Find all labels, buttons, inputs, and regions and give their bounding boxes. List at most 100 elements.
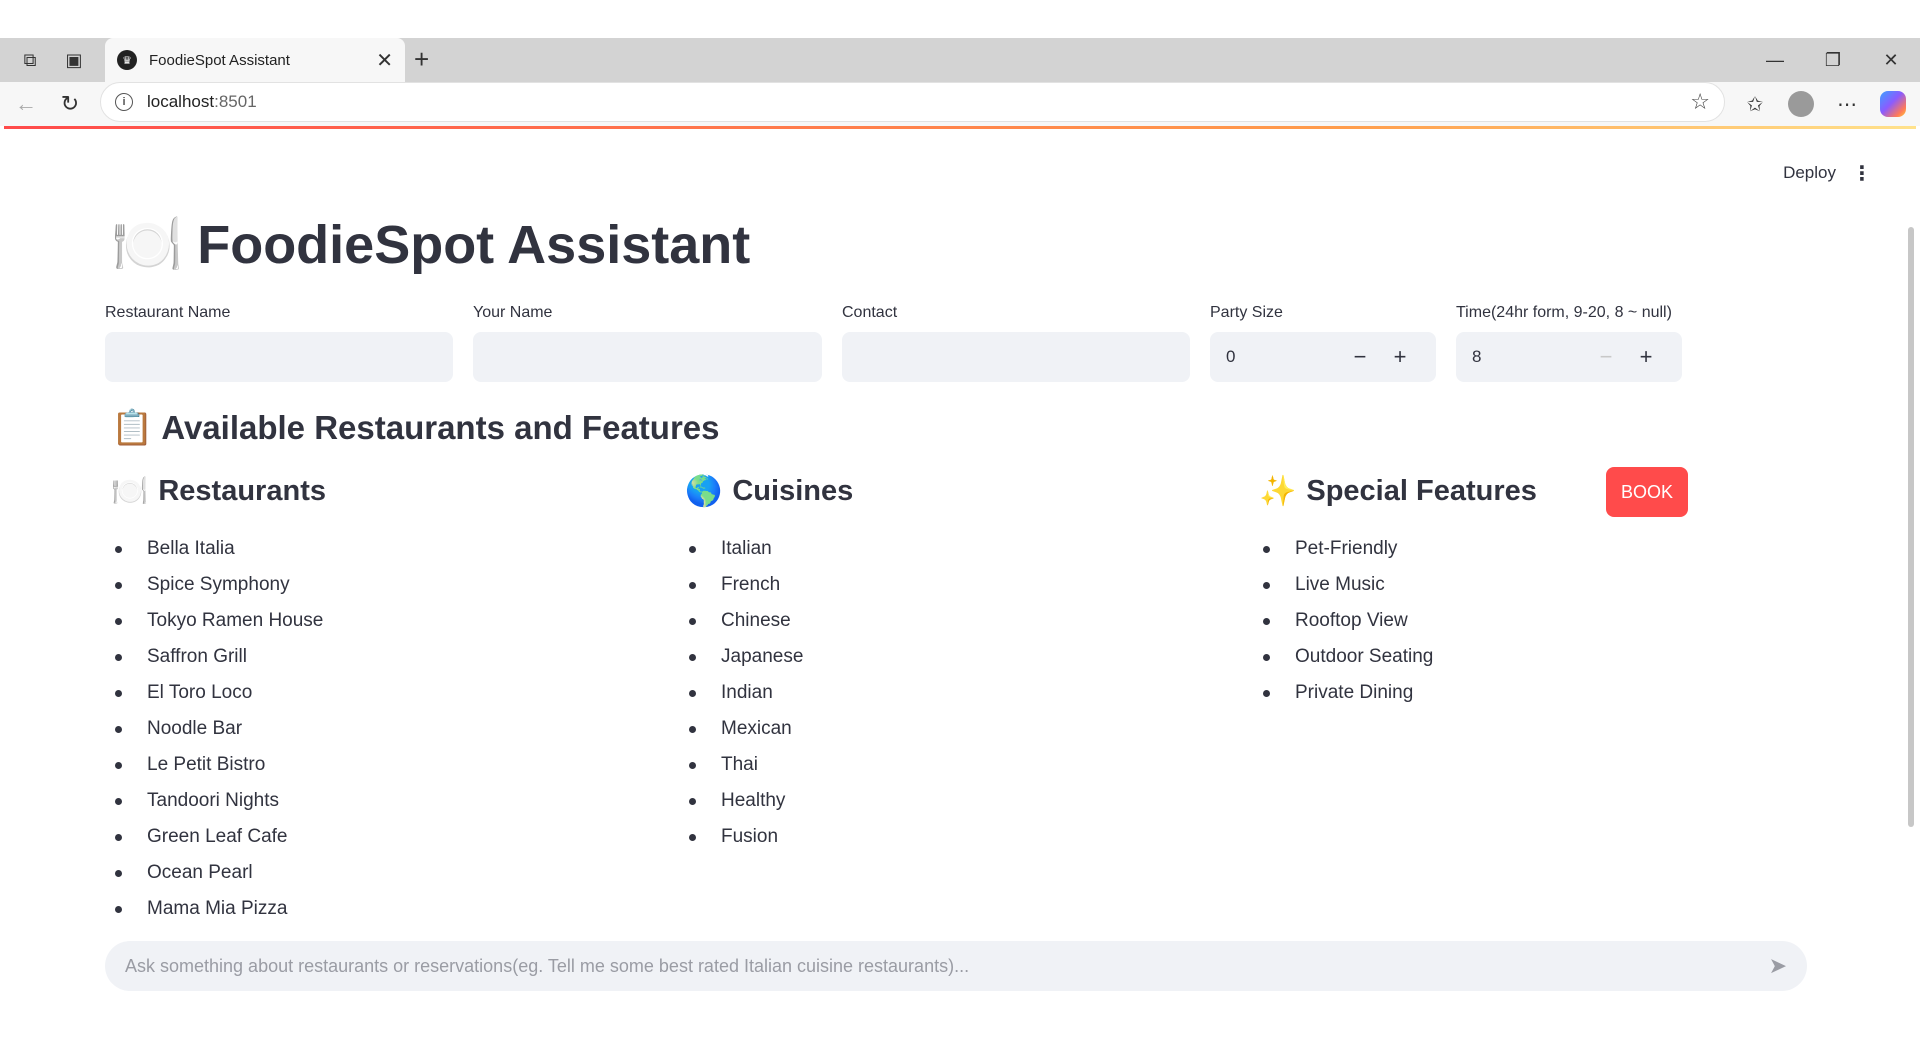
browser-tabbar: ⧉ ▣ ♛ FoodieSpot Assistant ✕ + — ❐ ✕ xyxy=(0,38,1920,82)
minimize-icon[interactable]: — xyxy=(1746,38,1804,82)
list-item: French xyxy=(685,567,1225,603)
restaurant-name-input[interactable] xyxy=(105,332,453,382)
your-name-field: Your Name xyxy=(473,304,822,382)
list-item: Noodle Bar xyxy=(111,711,651,747)
url-port: :8501 xyxy=(214,92,257,111)
restaurants-heading: 🍽️ Restaurants xyxy=(111,474,651,509)
party-size-stepper[interactable]: 0 − + xyxy=(1210,332,1436,382)
streamlit-app: Deploy ⋮ 🍽️ FoodieSpot Assistant Restaur… xyxy=(4,129,1916,1059)
list-item: Bella Italia xyxy=(111,531,651,567)
globe-icon: 🌎 xyxy=(685,475,723,508)
list-item: Ocean Pearl xyxy=(111,855,651,891)
url-text[interactable]: localhost:8501 xyxy=(147,92,1690,112)
favorites-icon[interactable]: ✩ xyxy=(1732,92,1778,117)
list-item: Spice Symphony xyxy=(111,567,651,603)
contact-label: Contact xyxy=(842,304,898,321)
time-value[interactable]: 8 xyxy=(1472,347,1586,367)
list-item: Italian xyxy=(685,531,1225,567)
workspaces-icon[interactable]: ⧉ xyxy=(16,46,44,74)
list-item: El Toro Loco xyxy=(111,675,651,711)
time-label: Time(24hr form, 9-20, 8 ~ null) xyxy=(1456,304,1672,321)
list-item: Saffron Grill xyxy=(111,639,651,675)
list-item: Chinese xyxy=(685,603,1225,639)
close-tab-icon[interactable]: ✕ xyxy=(376,48,393,73)
time-decrement-icon[interactable]: − xyxy=(1586,344,1626,370)
time-increment-icon[interactable]: + xyxy=(1626,344,1666,370)
tab-title: FoodieSpot Assistant xyxy=(149,51,290,69)
profile-avatar[interactable] xyxy=(1788,91,1814,117)
contact-field: Contact xyxy=(842,304,1190,382)
sparkles-icon: ✨ xyxy=(1259,475,1297,508)
time-field: Time(24hr form, 9-20, 8 ~ null) 8 − + xyxy=(1456,304,1682,382)
features-heading-text: Special Features xyxy=(1306,475,1537,507)
list-item: Fusion xyxy=(685,819,1225,855)
list-item: Tandoori Nights xyxy=(111,783,651,819)
restaurants-list: Bella Italia Spice Symphony Tokyo Ramen … xyxy=(111,531,651,927)
cuisines-heading: 🌎 Cuisines xyxy=(685,474,1225,509)
restaurants-column: 🍽️ Restaurants Bella Italia Spice Sympho… xyxy=(111,474,651,927)
list-item: Mexican xyxy=(685,711,1225,747)
restaurant-name-label: Restaurant Name xyxy=(105,304,231,321)
back-icon[interactable]: ← xyxy=(10,88,42,120)
more-options-icon[interactable]: ⋯ xyxy=(1824,92,1870,117)
list-item: Healthy xyxy=(685,783,1225,819)
list-item: Pet-Friendly xyxy=(1259,531,1799,567)
your-name-input[interactable] xyxy=(473,332,822,382)
cuisines-column: 🌎 Cuisines Italian French Chinese Japane… xyxy=(685,474,1225,855)
address-bar[interactable]: i localhost:8501 ☆ xyxy=(100,82,1725,122)
page-title-text: FoodieSpot Assistant xyxy=(197,215,751,275)
list-item: Outdoor Seating xyxy=(1259,639,1799,675)
site-info-icon[interactable]: i xyxy=(115,93,133,111)
list-item: Le Petit Bistro xyxy=(111,747,651,783)
url-host: localhost xyxy=(147,92,215,111)
browser-navbar: ← ↻ i localhost:8501 ☆ ✩ ⋯ xyxy=(0,82,1920,126)
features-column: ✨ Special Features Pet-Friendly Live Mus… xyxy=(1259,474,1799,711)
your-name-label: Your Name xyxy=(473,304,553,321)
chat-input-placeholder[interactable]: Ask something about restaurants or reser… xyxy=(125,956,1769,977)
party-size-value[interactable]: 0 xyxy=(1226,347,1340,367)
chat-input[interactable]: Ask something about restaurants or reser… xyxy=(105,941,1807,991)
plate-cutlery-icon: 🍽️ xyxy=(111,475,149,508)
browser-toolbar-right: ✩ ⋯ xyxy=(1732,82,1920,126)
page-title: 🍽️ FoodieSpot Assistant xyxy=(111,211,750,279)
favicon-icon: ♛ xyxy=(117,50,137,70)
browser-tab[interactable]: ♛ FoodieSpot Assistant ✕ xyxy=(105,38,405,82)
scrollbar[interactable] xyxy=(1908,227,1914,827)
party-size-field: Party Size 0 − + xyxy=(1210,304,1436,382)
top-strip xyxy=(0,0,1920,38)
list-item: Tokyo Ramen House xyxy=(111,603,651,639)
list-item: Indian xyxy=(685,675,1225,711)
list-item: Live Music xyxy=(1259,567,1799,603)
party-size-label: Party Size xyxy=(1210,304,1283,321)
reload-icon[interactable]: ↻ xyxy=(54,88,86,120)
time-stepper[interactable]: 8 − + xyxy=(1456,332,1682,382)
list-item: Rooftop View xyxy=(1259,603,1799,639)
contact-input[interactable] xyxy=(842,332,1190,382)
party-size-increment-icon[interactable]: + xyxy=(1380,344,1420,370)
features-heading: ✨ Special Features xyxy=(1259,474,1799,509)
close-window-icon[interactable]: ✕ xyxy=(1862,38,1920,82)
party-size-decrement-icon[interactable]: − xyxy=(1340,344,1380,370)
list-item: Thai xyxy=(685,747,1225,783)
plate-cutlery-icon: 🍽️ xyxy=(111,212,184,277)
favorite-star-icon[interactable]: ☆ xyxy=(1690,89,1710,115)
list-item: Private Dining xyxy=(1259,675,1799,711)
section-heading-text: Available Restaurants and Features xyxy=(161,409,720,446)
main-menu-icon[interactable]: ⋮ xyxy=(1852,161,1872,186)
restaurant-name-field: Restaurant Name xyxy=(105,304,453,382)
restaurants-heading-text: Restaurants xyxy=(158,475,326,507)
deploy-button[interactable]: Deploy xyxy=(1783,163,1836,183)
list-item: Japanese xyxy=(685,639,1225,675)
restore-icon[interactable]: ❐ xyxy=(1804,38,1862,82)
cuisines-list: Italian French Chinese Japanese Indian M… xyxy=(685,531,1225,855)
features-list: Pet-Friendly Live Music Rooftop View Out… xyxy=(1259,531,1799,711)
section-heading: 📋 Available Restaurants and Features xyxy=(111,408,720,448)
copilot-icon[interactable] xyxy=(1880,91,1906,117)
clipboard-icon: 📋 xyxy=(111,409,154,447)
tab-actions-icon[interactable]: ▣ xyxy=(60,46,88,74)
new-tab-icon[interactable]: + xyxy=(414,46,429,72)
list-item: Green Leaf Cafe xyxy=(111,819,651,855)
window-controls: — ❐ ✕ xyxy=(1746,38,1920,82)
send-icon[interactable]: ➤ xyxy=(1769,953,1787,979)
cuisines-heading-text: Cuisines xyxy=(732,475,854,507)
